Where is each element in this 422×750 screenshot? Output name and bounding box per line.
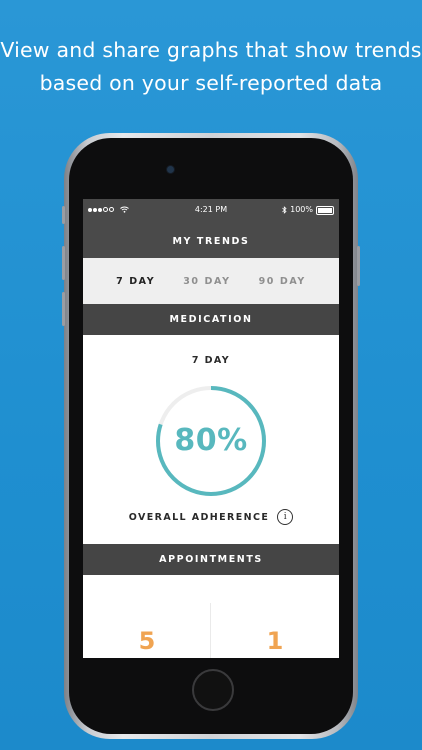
promo-line-1: View and share graphs that show trends	[0, 38, 422, 62]
appointments-section-header: APPOINTMENTS	[83, 544, 339, 575]
app-screen: 4:21 PM 100% MY TRENDS 7 DAY 30 DAY 90 D…	[83, 199, 339, 658]
adherence-percentage: 80%	[174, 423, 248, 458]
mute-switch	[62, 206, 65, 224]
adherence-row: OVERALL ADHERENCE i	[83, 509, 339, 525]
appointments-panel: 5 1	[83, 575, 339, 658]
bluetooth-icon	[282, 206, 287, 214]
promo-line-2: based on your self-reported data	[39, 71, 383, 95]
appointments-divider	[210, 603, 211, 658]
promo-caption: View and share graphs that show trends b…	[0, 34, 422, 100]
tab-90-day[interactable]: 90 DAY	[259, 276, 306, 287]
appointments-count-right: 1	[266, 627, 284, 655]
front-camera	[167, 166, 174, 173]
medication-section-header: MEDICATION	[83, 304, 339, 335]
status-right: 100%	[282, 199, 334, 221]
battery-percentage: 100%	[290, 205, 313, 214]
battery-icon	[316, 205, 334, 215]
period-tabs: 7 DAY 30 DAY 90 DAY	[83, 258, 339, 304]
medication-period-label: 7 DAY	[191, 355, 231, 366]
volume-up-button	[62, 246, 65, 280]
tab-7-day[interactable]: 7 DAY	[116, 276, 155, 287]
adherence-label: OVERALL ADHERENCE	[128, 511, 270, 523]
home-button[interactable]	[192, 669, 234, 711]
power-button	[357, 246, 360, 286]
page-title: MY TRENDS	[83, 221, 339, 258]
tab-30-day[interactable]: 30 DAY	[183, 276, 230, 287]
status-bar: 4:21 PM 100%	[83, 199, 339, 221]
appointments-count-left: 5	[138, 627, 156, 655]
volume-down-button	[62, 292, 65, 326]
info-icon[interactable]: i	[277, 509, 294, 525]
